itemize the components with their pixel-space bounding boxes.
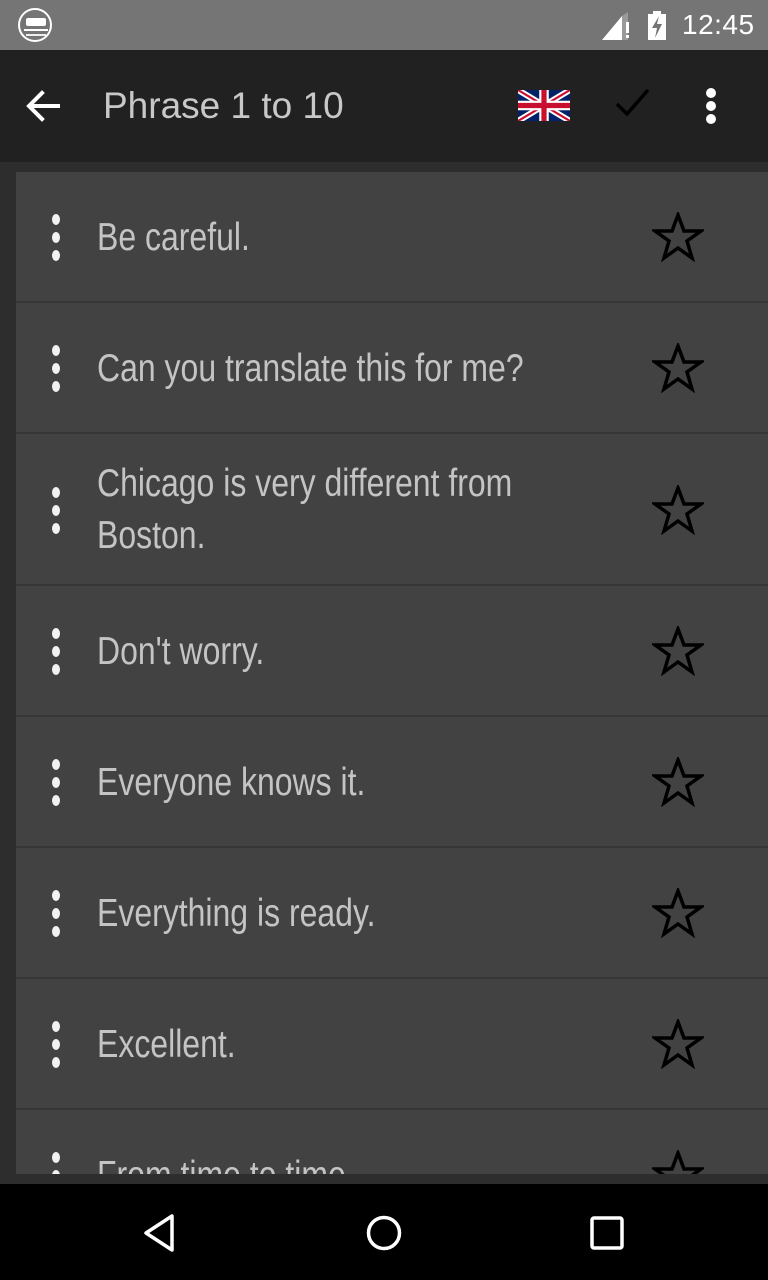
drag-handle-icon[interactable] [50,628,62,676]
status-time: 12:45 [682,9,755,40]
phrase-text: Everyone knows it. [97,761,366,804]
status-bar: 12:45 [0,0,768,50]
list-item[interactable]: Can you translate this for me? [16,303,768,434]
list-item[interactable]: Everyone knows it. [16,717,768,848]
star-outline-icon[interactable] [652,626,704,676]
list-item[interactable]: Don't worry. [16,586,768,717]
nav-recents-icon[interactable] [582,1208,632,1258]
list-item[interactable]: Everything is ready. [16,848,768,979]
phrase-text: Everything is ready. [97,892,376,935]
drag-handle-icon[interactable] [50,1021,62,1069]
star-outline-icon[interactable] [652,485,704,535]
app-bar: Phrase 1 to 10 [0,50,768,162]
drag-handle-icon[interactable] [50,1152,62,1174]
page-title: Phrase 1 to 10 [103,85,344,126]
list-item[interactable]: Chicago is very different from Boston. [16,434,768,586]
uk-flag-icon[interactable] [518,90,570,121]
star-outline-icon[interactable] [652,1150,704,1174]
nav-home-icon[interactable] [359,1208,409,1258]
phrase-text: Chicago is very different from Boston. [97,462,513,557]
drag-handle-icon[interactable] [50,487,62,535]
list-item[interactable]: From time to time. [16,1110,768,1174]
list-item[interactable]: Excellent. [16,979,768,1110]
drag-handle-icon[interactable] [50,214,62,262]
phrase-card: Be careful. Can you translate this for m… [16,172,768,1174]
star-outline-icon[interactable] [652,888,704,938]
phrase-list[interactable]: Be careful. Can you translate this for m… [0,162,768,1184]
phrase-text: Excellent. [97,1023,236,1066]
star-outline-icon[interactable] [652,343,704,393]
battery-charging-icon [648,11,666,40]
star-outline-icon[interactable] [652,212,704,262]
drag-handle-icon[interactable] [50,759,62,807]
app-notification-icon [18,8,52,42]
signal-icon [602,12,629,40]
drag-handle-icon[interactable] [50,345,62,393]
nav-back-icon[interactable] [136,1208,186,1258]
list-item[interactable]: Be careful. [16,172,768,303]
arrow-back-icon[interactable] [20,83,66,129]
navigation-bar [0,1184,768,1280]
star-outline-icon[interactable] [652,757,704,807]
star-outline-icon[interactable] [652,1019,704,1069]
phrase-text: Don't worry. [97,630,265,673]
phrase-text: Be careful. [97,216,250,259]
drag-handle-icon[interactable] [50,890,62,938]
more-vert-icon[interactable] [696,82,726,130]
phrase-text: From time to time. [97,1150,605,1174]
check-icon[interactable] [610,84,656,124]
phrase-text: Can you translate this for me? [97,347,524,390]
